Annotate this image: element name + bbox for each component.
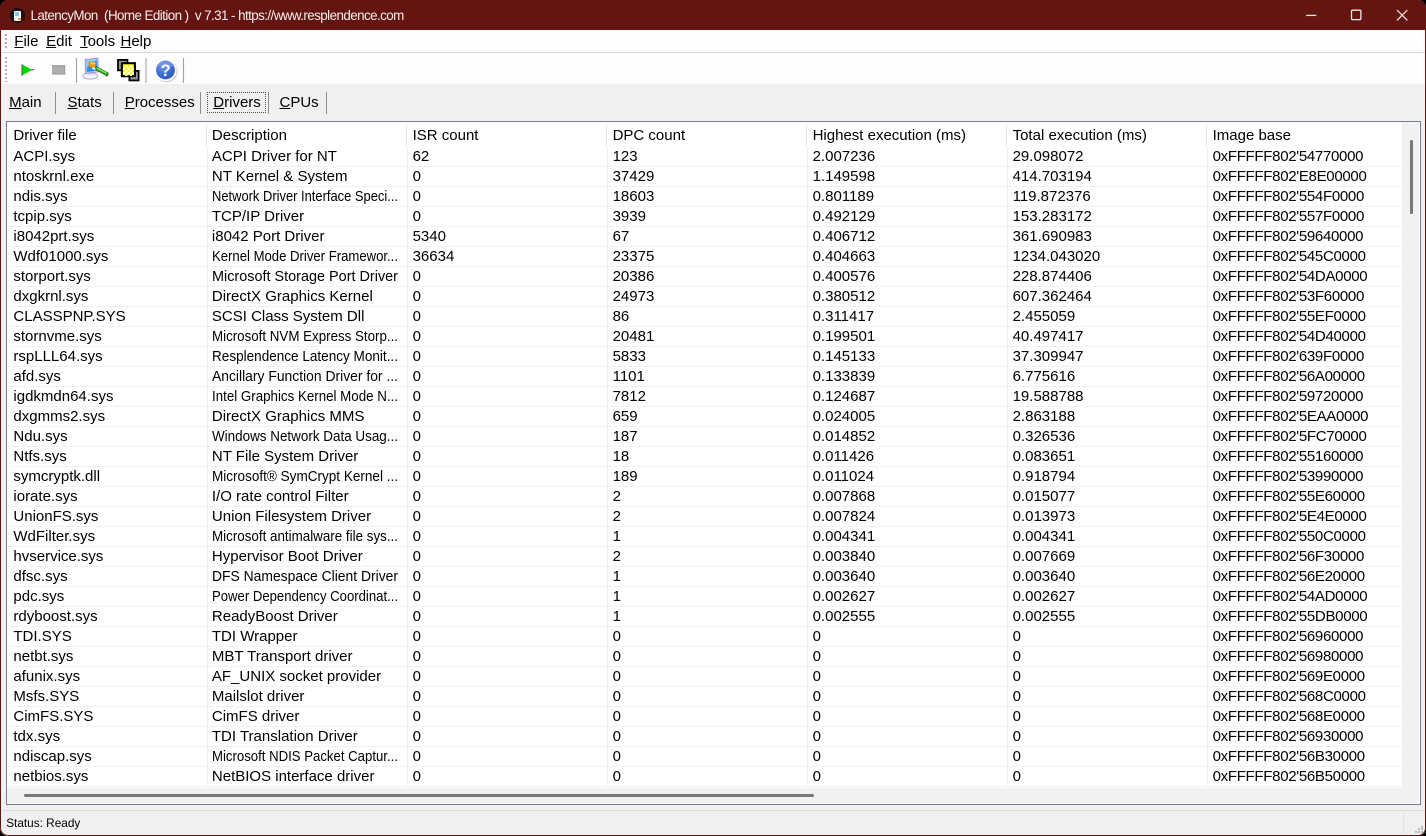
svg-text:?: ? [160,60,170,79]
